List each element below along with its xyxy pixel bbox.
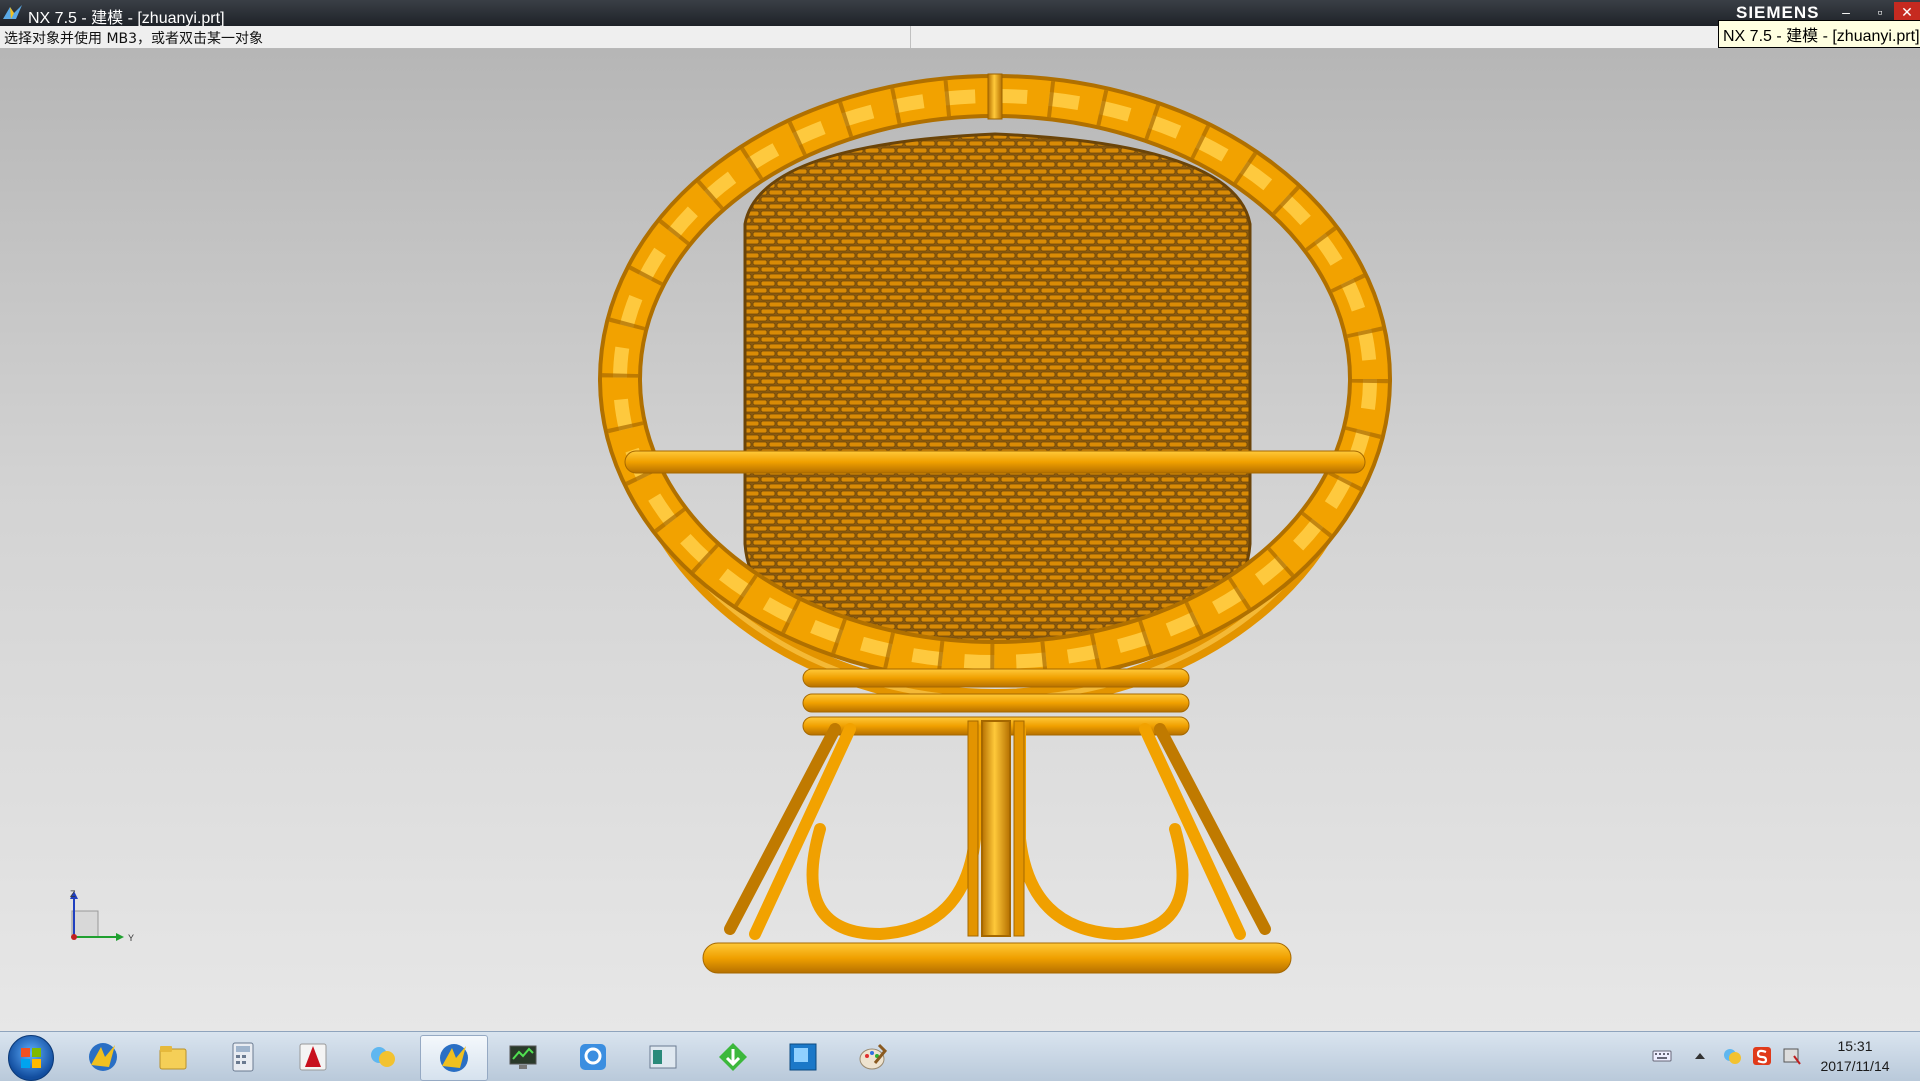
start-button[interactable]	[8, 1035, 54, 1081]
minimize-button[interactable]: –	[1834, 2, 1858, 22]
title-bar: NX 7.5 - 建模 - [zhuanyi.prt] SIEMENS – ▫ …	[0, 0, 1920, 27]
taskbar-download-button[interactable]	[700, 1035, 766, 1079]
nx-logo-icon	[3, 5, 22, 19]
messenger-icon	[371, 1047, 395, 1067]
taskbar-qq-button[interactable]	[560, 1035, 626, 1079]
taskbar-monitor-button[interactable]	[490, 1035, 556, 1079]
taskbar-calculator-button[interactable]	[210, 1035, 276, 1079]
system-clock[interactable]: 15:31 2017/11/14	[1800, 1036, 1910, 1076]
qq-icon	[580, 1044, 606, 1070]
network-tray-icon[interactable]	[1722, 1046, 1742, 1066]
window-app-icon	[649, 1045, 677, 1069]
triad-z-label: Z	[70, 889, 76, 899]
status-bar: 选择对象并使用 MB3，或者双击某一对象	[0, 26, 1920, 49]
calculator-icon	[232, 1042, 254, 1072]
status-prompt: 选择对象并使用 MB3，或者双击某一对象	[4, 31, 264, 47]
taskbar-paint-button[interactable]	[840, 1035, 906, 1079]
paint-icon	[859, 1043, 888, 1070]
file-explorer-icon	[159, 1046, 187, 1070]
close-button[interactable]: ✕	[1894, 2, 1920, 22]
taskbar-nx-button[interactable]	[70, 1035, 136, 1079]
monitor-icon	[509, 1045, 537, 1069]
taskbar: 15:31 2017/11/14	[0, 1031, 1920, 1081]
taskbar-explorer-button[interactable]	[140, 1035, 206, 1079]
triad-y-label: Y	[128, 933, 134, 943]
action-center-icon[interactable]	[1782, 1046, 1802, 1066]
taskbar-messenger-button[interactable]	[350, 1035, 416, 1079]
status-divider	[910, 26, 911, 48]
sogou-ime-icon[interactable]	[1752, 1046, 1772, 1066]
armrest-bar[interactable]	[624, 450, 1366, 474]
title-tooltip: NX 7.5 - 建模 - [zhuanyi.prt]	[1718, 20, 1920, 48]
taskbar-screen-button[interactable]	[770, 1035, 836, 1079]
nx-app-icon	[440, 1044, 468, 1072]
chair-model[interactable]	[0, 49, 1920, 1031]
base-ring[interactable]	[702, 942, 1292, 974]
chair-legs[interactable]	[724, 720, 1271, 941]
screen-app-icon	[789, 1043, 817, 1071]
windows-logo-icon	[21, 1048, 41, 1068]
window-title: NX 7.5 - 建模 - [zhuanyi.prt]	[28, 10, 225, 27]
tray-expand-icon[interactable]	[1690, 1046, 1710, 1066]
taskbar-autocad-button[interactable]	[280, 1035, 346, 1079]
taskbar-window-app-button[interactable]	[630, 1035, 696, 1079]
coordinate-triad: Z Y	[70, 889, 134, 943]
taskbar-nx-active-button[interactable]	[420, 1035, 488, 1081]
maximize-button[interactable]: ▫	[1868, 2, 1892, 22]
nx-app-icon	[89, 1043, 117, 1071]
graphics-viewport[interactable]: Z Y	[0, 49, 1920, 1031]
keyboard-icon[interactable]	[1652, 1046, 1672, 1066]
clock-date: 2017/11/14	[1820, 1058, 1890, 1074]
woven-backrest[interactable]	[743, 132, 1252, 653]
autocad-icon	[299, 1043, 327, 1071]
download-icon	[719, 1043, 747, 1071]
clock-time: 15:31	[1837, 1038, 1873, 1054]
